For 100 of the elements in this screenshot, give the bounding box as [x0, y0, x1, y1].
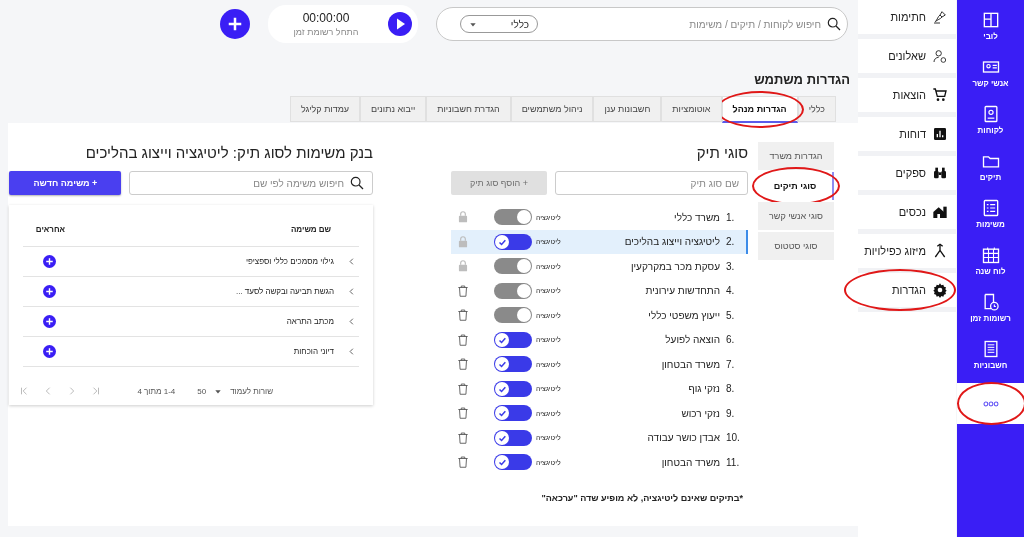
rail-item[interactable]: אנשי קשר	[957, 51, 1024, 93]
rail-item[interactable]: לוח שנה	[957, 239, 1024, 281]
table-cell-text: הגשת תביעה ובקשה לסעד ...	[234, 287, 334, 296]
row-number: 5.	[726, 309, 736, 321]
toggle-switch[interactable]	[494, 307, 532, 324]
trash-icon[interactable]	[456, 430, 470, 445]
add-assignee-button[interactable]	[43, 345, 57, 358]
search-field[interactable]: חיפוש משימה לפי שם	[129, 171, 373, 195]
sidebar-item[interactable]: הגדרות	[858, 273, 956, 307]
toggle-switch[interactable]	[494, 209, 532, 226]
case-type-name: אבדן כושר עבודה	[646, 432, 720, 444]
subnav-item[interactable]: הגדרות משרד	[758, 142, 834, 170]
tab[interactable]: הגדרת חשבוניות	[426, 96, 511, 122]
check-icon	[497, 359, 507, 370]
toggle-knob[interactable]	[495, 381, 509, 396]
add-assignee-button[interactable]	[43, 255, 57, 268]
case-type-name: התחדשות עירונית	[644, 285, 720, 297]
page-range: 1-4 מתוך 4	[137, 386, 176, 396]
case-type-name: עסקת מכר במקרקעין	[629, 260, 720, 272]
trash-icon[interactable]	[456, 357, 470, 372]
rail-item[interactable]: תיקים	[957, 145, 1024, 187]
check-icon	[497, 457, 507, 468]
trash-icon[interactable]	[456, 332, 470, 347]
case-type-name: נזקי גוף	[687, 383, 720, 395]
input-field[interactable]: שם סוג תיק	[555, 171, 748, 195]
toggle-knob[interactable]	[495, 234, 509, 249]
case-type-name: משרד הבטחון	[660, 358, 720, 370]
row-number: 1.	[726, 211, 736, 223]
tab[interactable]: אוטומציות	[661, 96, 722, 122]
tab[interactable]: הגדרות מנהל	[721, 96, 798, 123]
tab[interactable]: ניהול משתמשים	[510, 96, 594, 122]
trash-icon[interactable]	[456, 381, 470, 396]
rail-item[interactable]: רשומות זמן	[957, 286, 1024, 328]
case-type-name: משרד הבטחון	[660, 456, 720, 468]
sidebar-item[interactable]: מיזוג כפילויות	[858, 234, 956, 268]
toggle-switch[interactable]	[494, 331, 532, 348]
rail-item[interactable]: לקוחות	[957, 98, 1024, 140]
more-icon[interactable]	[982, 400, 999, 407]
add-assignee-button[interactable]	[43, 315, 57, 328]
binoculars-icon	[932, 165, 948, 181]
subnav-item[interactable]: סוגי אנשי קשר	[758, 202, 834, 230]
table-cell-text: מכתב התראה	[285, 317, 334, 326]
sidebar-item[interactable]: ספקים	[858, 156, 956, 190]
toggle-knob[interactable]	[517, 283, 531, 298]
check-icon	[497, 408, 507, 419]
toggle-knob[interactable]	[495, 455, 509, 470]
person-icon	[932, 48, 948, 64]
toggle-switch[interactable]	[494, 356, 532, 373]
trash-icon[interactable]	[456, 308, 470, 323]
search-icon	[349, 175, 365, 191]
tab[interactable]: ייבוא נתונים	[360, 96, 427, 122]
toggle-knob[interactable]	[495, 406, 509, 421]
case-type-name: ליטיגציה וייצוג בהליכים	[623, 236, 720, 248]
section-title: בנק משימות לסוג תיק: ליטיגציה וייצוג בהליכים	[84, 144, 373, 161]
toggle-switch[interactable]	[494, 405, 532, 422]
new-task-button[interactable]: + משימה חדשה	[9, 171, 122, 195]
bar-chart-icon	[932, 126, 948, 142]
add-assignee-button[interactable]	[43, 285, 57, 298]
toggle-knob[interactable]	[517, 259, 531, 274]
toggle-knob[interactable]	[495, 357, 509, 372]
rows-per-page-label: שורות לעמוד	[230, 386, 273, 396]
sidebar-item[interactable]: חתימות	[858, 0, 956, 34]
house-icon	[932, 204, 948, 220]
trash-icon[interactable]	[456, 283, 470, 298]
toggle-knob[interactable]	[517, 210, 531, 225]
trash-icon[interactable]	[456, 406, 470, 421]
rail-item[interactable]: לובי	[957, 4, 1024, 46]
rail-item[interactable]: משימות	[957, 192, 1024, 234]
add-button[interactable]	[220, 9, 250, 39]
toggle-knob[interactable]	[495, 430, 509, 445]
row-number: 10.	[726, 432, 741, 444]
sidebar-item[interactable]: דוחות	[858, 117, 956, 151]
sidebar-item[interactable]: הוצאות	[858, 78, 956, 112]
page-size-dropdown[interactable]: 50	[197, 386, 223, 396]
tab[interactable]: כללי	[797, 96, 836, 122]
play-button[interactable]	[388, 12, 412, 36]
toggle-switch[interactable]	[494, 282, 532, 299]
merge-icon	[932, 243, 948, 259]
toggle-switch[interactable]	[494, 429, 532, 446]
row-number: 7.	[726, 358, 736, 370]
page-title: הגדרות משתמש	[753, 72, 850, 87]
trash-icon[interactable]	[456, 455, 470, 470]
toggle-switch[interactable]	[494, 258, 532, 275]
row-number: 6.	[726, 334, 736, 346]
sidebar-item[interactable]: נכסים	[858, 195, 956, 229]
toggle-switch[interactable]	[494, 454, 532, 471]
row-number: 11.	[726, 456, 741, 468]
rail-item[interactable]: חשבוניות	[957, 333, 1024, 375]
row-number: 2.	[726, 236, 736, 248]
sidebar-item[interactable]: שאלונים	[858, 39, 956, 73]
toggle-knob[interactable]	[495, 332, 509, 347]
toggle-switch[interactable]	[494, 380, 532, 397]
toggle-knob[interactable]	[517, 308, 531, 323]
timer-caption: התחל רשומת זמן	[292, 27, 360, 37]
tab[interactable]: עמדות קליגל	[290, 96, 361, 122]
chevron-icon	[348, 257, 355, 266]
toggle-switch[interactable]	[494, 233, 532, 250]
subnav-item[interactable]: סוגי סטטוס	[758, 232, 834, 260]
case-type-name: נזקי רכוש	[680, 407, 720, 419]
tab[interactable]: חשבונות ענן	[593, 96, 662, 122]
